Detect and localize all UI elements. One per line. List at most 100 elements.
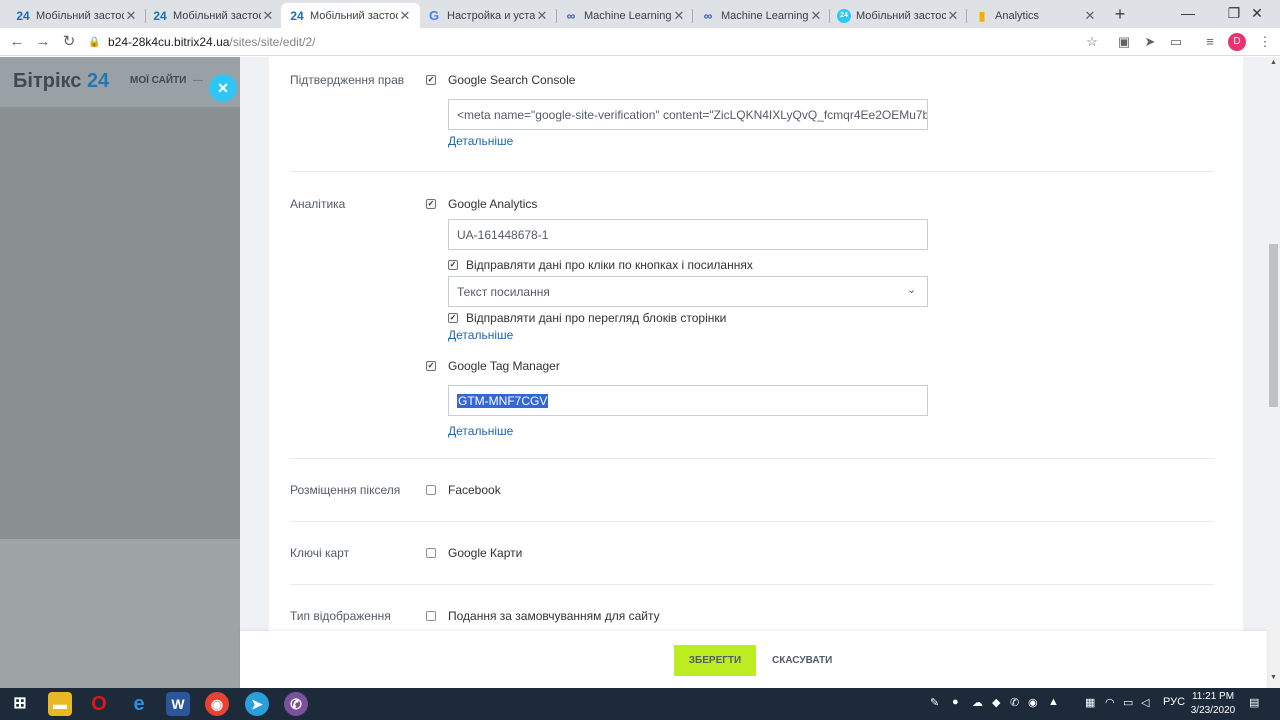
click-text-select[interactable]: Текст посилання ⌄ xyxy=(448,276,928,307)
clock-time: 11:21 PM xyxy=(1191,691,1235,702)
reload-icon[interactable]: ↻ xyxy=(58,31,80,53)
browser-tab[interactable]: ▮ Analytics ✕ xyxy=(966,3,1105,28)
browser-tab[interactable]: 24 Мобільний застосу ✕ xyxy=(7,3,146,28)
system-clock[interactable]: 11:21 PM 3/23/2020 xyxy=(1185,690,1241,718)
close-window-icon[interactable]: ✕ xyxy=(1234,0,1280,28)
tag-manager-checkbox[interactable]: ✓ xyxy=(426,361,436,371)
divider xyxy=(290,521,1214,522)
bitrix24-favicon-icon: 24 xyxy=(16,8,30,23)
internet-explorer-icon[interactable]: e xyxy=(127,692,151,716)
my-sites-link[interactable]: МОЇ САЙТИ xyxy=(130,75,186,86)
forward-icon[interactable]: → xyxy=(32,31,54,53)
back-icon[interactable]: ← xyxy=(6,31,28,53)
search-console-label: Google Search Console xyxy=(448,73,576,87)
close-tab-icon[interactable]: ✕ xyxy=(946,8,960,24)
extension-icon[interactable]: ▣ xyxy=(1115,33,1133,51)
maps-label: Ключі карт xyxy=(290,546,350,560)
close-tab-icon[interactable]: ✕ xyxy=(672,8,686,24)
close-tab-icon[interactable]: ✕ xyxy=(261,8,275,24)
new-tab-icon[interactable]: + xyxy=(1110,4,1130,24)
volume-icon[interactable]: ◁ xyxy=(1141,696,1149,709)
browser-tab[interactable]: GНастройка и устано✕ xyxy=(418,3,557,28)
scrollbar-thumb[interactable] xyxy=(1269,244,1278,407)
browser-toolbar: ← → ↻ 🔒 b24-28k4cu.bitrix24.ua/sites/sit… xyxy=(0,28,1280,56)
windows-taskbar: ⊞ ▬ O e W ◉ ➤ ✆ ✎ ● ☁ ◆ ✆ ◉ ▲ ▦ ◠ ▭ ◁ РУ… xyxy=(0,688,1280,720)
slider-footer: ЗБЕРЕГТИ СКАСУВАТИ xyxy=(240,631,1267,688)
close-tab-icon[interactable]: ✕ xyxy=(535,8,549,24)
analytics-label: Аналітика xyxy=(290,197,346,211)
search-console-input[interactable]: <meta name="google-site-verification" co… xyxy=(448,99,928,130)
close-tab-icon[interactable]: ✕ xyxy=(1083,8,1097,24)
chrome-icon[interactable]: ◉ xyxy=(205,692,229,716)
facebook-checkbox[interactable] xyxy=(426,485,436,495)
windows-start-icon[interactable]: ⊞ xyxy=(8,692,32,716)
search-console-checkbox[interactable]: ✓ xyxy=(426,75,436,85)
google-maps-checkbox[interactable] xyxy=(426,548,436,558)
file-explorer-icon[interactable]: ▬ xyxy=(48,692,72,716)
opera-icon[interactable]: O xyxy=(87,692,111,716)
tag-manager-label: Google Tag Manager xyxy=(448,359,560,373)
tray-keyboard-icon[interactable]: ▦ xyxy=(1085,696,1095,709)
tag-manager-more-link[interactable]: Детальніше xyxy=(448,424,513,438)
analytics-more-link[interactable]: Детальніше xyxy=(448,328,513,342)
divider xyxy=(290,458,1214,459)
cancel-button[interactable]: СКАСУВАТИ xyxy=(772,645,832,676)
send-icon[interactable]: ➤ xyxy=(1141,33,1159,51)
send-blocks-checkbox[interactable]: ✓ xyxy=(448,313,458,323)
portal-body-overlay xyxy=(0,107,240,539)
browser-tab[interactable]: ∞ Machine Learning - ✕ xyxy=(555,3,694,28)
google-favicon-icon: G xyxy=(428,8,440,23)
browser-tab-active[interactable]: 24 Мобільний застосу ✕ xyxy=(281,3,420,28)
pixel-label: Розміщення пікселя xyxy=(290,483,401,497)
browser-tab[interactable]: 24 Мобільний застосу ✕ xyxy=(144,3,283,28)
settings-slider: Підтвердження прав ✓ Google Search Conso… xyxy=(240,57,1267,688)
save-button[interactable]: ЗБЕРЕГТИ xyxy=(674,645,756,676)
google-analytics-input[interactable]: UA-161448678-1 xyxy=(448,219,928,250)
google-analytics-label: Google Analytics xyxy=(448,197,538,211)
default-view-checkbox[interactable] xyxy=(426,611,436,621)
scroll-down-icon[interactable]: ▼ xyxy=(1267,674,1280,686)
tray-app-icon[interactable]: ◆ xyxy=(992,696,1000,709)
bookmark-star-icon[interactable]: ☆ xyxy=(1083,33,1101,51)
google-maps-label: Google Карти xyxy=(448,546,523,560)
tag-manager-input[interactable]: GTM-MNF7CGV xyxy=(448,385,928,416)
rights-label: Підтвердження прав xyxy=(290,73,405,87)
browser-tab[interactable]: ∞ Machine Learning - ✕ xyxy=(692,3,831,28)
tray-app-icon[interactable]: ▲ xyxy=(1048,696,1059,708)
input-language[interactable]: РУС xyxy=(1163,696,1185,708)
vertical-scrollbar[interactable]: ▲ ▼ xyxy=(1267,57,1280,688)
viber-icon[interactable]: ✆ xyxy=(284,692,308,716)
analytics-favicon-icon: ▮ xyxy=(978,8,986,23)
send-clicks-checkbox[interactable]: ✓ xyxy=(448,260,458,270)
settings-card: Підтвердження прав ✓ Google Search Conso… xyxy=(269,57,1243,688)
url-path: /sites/site/edit/2/ xyxy=(229,35,316,49)
tray-viber-icon[interactable]: ✆ xyxy=(1010,696,1019,709)
close-tab-icon[interactable]: ✕ xyxy=(124,8,138,24)
scroll-up-icon[interactable]: ▲ xyxy=(1267,59,1280,71)
separator: — xyxy=(193,75,203,86)
word-icon[interactable]: W xyxy=(166,692,190,716)
notifications-icon[interactable]: ▤ xyxy=(1249,696,1259,709)
reading-list-icon[interactable]: ≡ xyxy=(1201,33,1219,51)
close-slider-icon[interactable]: ✕ xyxy=(209,74,237,102)
browser-tab[interactable]: 24 Мобільний застосу ✕ xyxy=(829,3,968,28)
telegram-icon[interactable]: ➤ xyxy=(245,692,269,716)
chevron-down-icon: ⌄ xyxy=(907,284,917,296)
minimize-icon[interactable]: — xyxy=(1165,0,1211,28)
tray-pen-icon[interactable]: ✎ xyxy=(930,696,939,709)
close-tab-icon[interactable]: ✕ xyxy=(398,8,412,24)
tray-app-icon[interactable]: ● xyxy=(952,696,959,708)
wifi-icon[interactable]: ◠ xyxy=(1105,696,1115,709)
cast-icon[interactable]: ▭ xyxy=(1167,33,1185,51)
tray-chrome-icon[interactable]: ◉ xyxy=(1028,696,1038,709)
battery-icon[interactable]: ▭ xyxy=(1123,696,1133,709)
address-bar[interactable]: 🔒 b24-28k4cu.bitrix24.ua/sites/site/edit… xyxy=(88,31,1108,53)
bitrix24-favicon-icon: 24 xyxy=(290,8,304,23)
close-tab-icon[interactable]: ✕ xyxy=(809,8,823,24)
profile-avatar[interactable]: D xyxy=(1228,33,1246,51)
google-analytics-checkbox[interactable]: ✓ xyxy=(426,199,436,209)
menu-kebab-icon[interactable]: ⋮ xyxy=(1256,33,1274,51)
rights-more-link[interactable]: Детальніше xyxy=(448,134,513,148)
divider xyxy=(290,584,1214,585)
tray-sync-icon[interactable]: ☁ xyxy=(972,696,983,709)
